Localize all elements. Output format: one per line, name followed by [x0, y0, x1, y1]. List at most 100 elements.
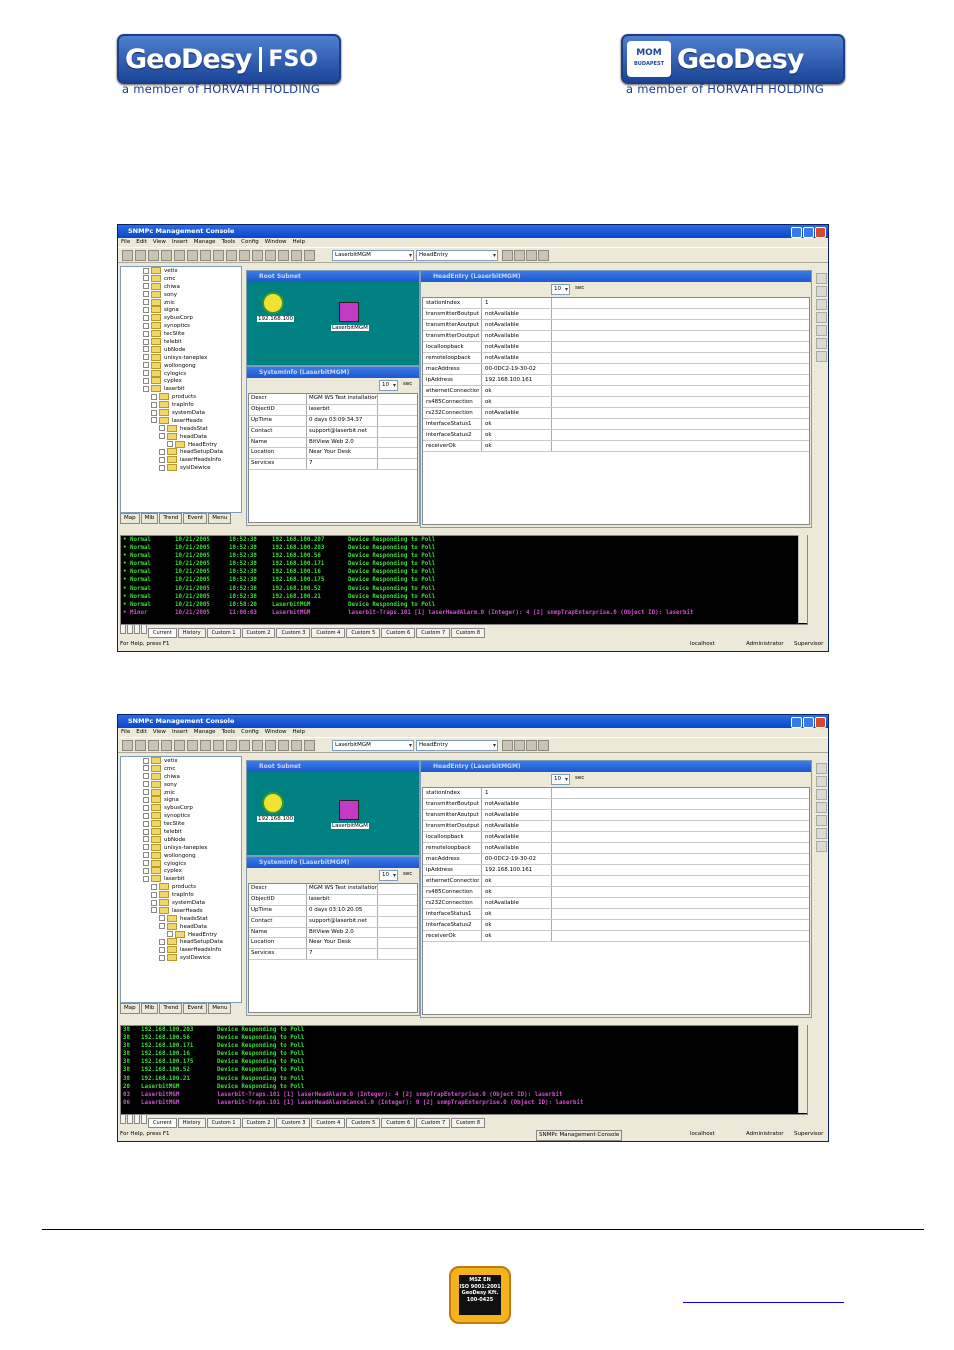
tree-item[interactable]: cmc — [121, 274, 241, 283]
expand-toggle-icon[interactable] — [151, 899, 157, 906]
expand-toggle-icon[interactable] — [159, 915, 165, 922]
poll-interval-field[interactable]: 10 — [379, 870, 398, 881]
graph-view-icon[interactable] — [514, 740, 525, 751]
cut-icon[interactable] — [226, 250, 237, 261]
event-log-row[interactable]: 38 192.168.100.171 Device Responding to Po… — [121, 1042, 807, 1050]
nav-first-icon[interactable] — [120, 624, 126, 634]
binoculars-icon[interactable] — [122, 740, 133, 751]
menu-item[interactable]: Insert — [172, 239, 188, 245]
expand-toggle-icon[interactable] — [159, 954, 165, 961]
headentry-value[interactable]: notAvailable — [481, 408, 553, 418]
headentry-value[interactable]: 192.168.100.161 — [481, 865, 553, 875]
headentry-value[interactable]: 00-0DC2-19-30-02 — [481, 854, 553, 864]
zoom-fit-icon[interactable] — [816, 789, 827, 800]
tree-item[interactable]: znic — [121, 788, 241, 797]
expand-toggle-icon[interactable] — [167, 441, 173, 448]
expand-toggle-icon[interactable] — [143, 765, 149, 772]
event-log-tab[interactable]: Custom 2 — [241, 1118, 276, 1128]
refresh-icon[interactable] — [187, 740, 198, 751]
headentry-value[interactable]: ok — [481, 441, 553, 451]
sysinfo-value[interactable]: MGM WS Test installation — [306, 394, 378, 404]
tree-item[interactable]: laserHeadsInfo — [121, 946, 241, 954]
expand-toggle-icon[interactable] — [159, 448, 165, 455]
tree-item[interactable]: sony — [121, 780, 241, 789]
copy-icon[interactable] — [239, 250, 250, 261]
zoom-icon[interactable] — [174, 740, 185, 751]
tree-item[interactable]: ubNode — [121, 345, 241, 354]
expand-toggle-icon[interactable] — [143, 338, 149, 345]
maximize-button[interactable] — [803, 717, 814, 728]
headentry-value[interactable]: ok — [481, 419, 553, 429]
expand-toggle-icon[interactable] — [143, 844, 149, 851]
expand-toggle-icon[interactable] — [143, 757, 149, 764]
minimize-button[interactable] — [791, 227, 802, 238]
event-log-tab[interactable]: Custom 4 — [311, 628, 346, 638]
home-icon[interactable] — [816, 351, 827, 362]
sysinfo-value[interactable]: laserbit — [306, 894, 330, 905]
event-log-row[interactable]: 38 192.168.100.203 Device Responding to Po… — [121, 1026, 807, 1034]
event-log-console[interactable]: • Normal 10/21/2005 10:52:38 192.168.100.20… — [120, 535, 808, 625]
headentry-value[interactable]: ok — [481, 876, 553, 886]
expand-toggle-icon[interactable] — [143, 812, 149, 819]
head-poll-interval-field[interactable]: 10 — [551, 774, 570, 785]
event-log-tab[interactable]: Custom 7 — [416, 628, 451, 638]
menu-item[interactable]: Manage — [194, 239, 216, 245]
event-log-tab[interactable]: Custom 8 — [451, 1118, 486, 1128]
tree-item[interactable]: HeadEntry — [121, 930, 241, 939]
headentry-value[interactable]: 1 — [481, 788, 553, 798]
tree-item[interactable]: unisys-taneplex — [121, 843, 241, 852]
expand-toggle-icon[interactable] — [143, 299, 149, 306]
nav-first-icon[interactable] — [120, 1114, 126, 1124]
event-log-tab[interactable]: Custom 3 — [276, 1118, 311, 1128]
headentry-value[interactable]: notAvailable — [481, 353, 553, 363]
tree-item[interactable]: signa — [121, 306, 241, 314]
expand-toggle-icon[interactable] — [143, 354, 149, 361]
expand-toggle-icon[interactable] — [143, 385, 149, 392]
cut-icon[interactable] — [226, 740, 237, 751]
tree-item[interactable]: syslDewice — [121, 464, 241, 472]
stop-icon[interactable] — [135, 740, 146, 751]
back-icon[interactable] — [265, 740, 276, 751]
maximize-button[interactable] — [803, 227, 814, 238]
event-log-row[interactable]: 20 LaserbitMGM Device Responding to Poll — [121, 1083, 807, 1091]
table-view-icon[interactable] — [502, 250, 513, 261]
expand-toggle-icon[interactable] — [151, 409, 157, 416]
expand-toggle-icon[interactable] — [143, 796, 149, 803]
tree-item[interactable]: znic — [121, 298, 241, 307]
headentry-value[interactable]: notAvailable — [481, 821, 553, 831]
tree-item[interactable]: cmc — [121, 764, 241, 773]
refresh-icon[interactable] — [187, 250, 198, 261]
tree-item[interactable]: tecSlite — [121, 820, 241, 828]
tree-tab[interactable]: Menu — [208, 1003, 232, 1014]
close-button[interactable] — [815, 717, 826, 728]
headentry-value[interactable]: ok — [481, 887, 553, 897]
menu-item[interactable]: File — [121, 239, 130, 245]
expand-toggle-icon[interactable] — [143, 346, 149, 353]
expand-toggle-icon[interactable] — [159, 464, 165, 471]
tree-item[interactable]: chiwa — [121, 772, 241, 781]
event-log-tab[interactable]: Custom 1 — [206, 628, 241, 638]
event-log-tab[interactable]: Custom 1 — [206, 1118, 241, 1128]
map-combo[interactable]: LaserbitMGM — [332, 740, 414, 751]
event-log-row[interactable]: • Normal 10/21/2005 10:52:38 192.168.100.20… — [121, 536, 807, 544]
expand-toggle-icon[interactable] — [159, 425, 165, 432]
tree-item[interactable]: laserHeads — [121, 416, 241, 425]
up-icon[interactable] — [291, 740, 302, 751]
tree-item[interactable]: chiwa — [121, 282, 241, 291]
laserbit-device-icon[interactable] — [339, 800, 359, 820]
sysinfo-value[interactable]: 0 days 03:10:20.05 — [306, 905, 362, 916]
lock-icon[interactable] — [148, 740, 159, 751]
head-poll-interval-field[interactable]: 10 — [551, 284, 570, 295]
tree-item[interactable]: tecSlite — [121, 330, 241, 338]
expand-toggle-icon[interactable] — [143, 820, 149, 827]
grid-icon[interactable] — [816, 325, 827, 336]
expand-icon[interactable] — [816, 828, 827, 839]
headentry-value[interactable]: notAvailable — [481, 320, 553, 330]
expand-toggle-icon[interactable] — [143, 291, 149, 298]
tree-item[interactable]: syslDewice — [121, 954, 241, 962]
menu-item[interactable]: Config — [241, 239, 259, 245]
tree-tab[interactable]: Trend — [159, 1003, 183, 1014]
tree-item[interactable]: synoptics — [121, 812, 241, 820]
headentry-value[interactable]: ok — [481, 920, 553, 930]
menu-item[interactable]: Help — [292, 729, 305, 735]
